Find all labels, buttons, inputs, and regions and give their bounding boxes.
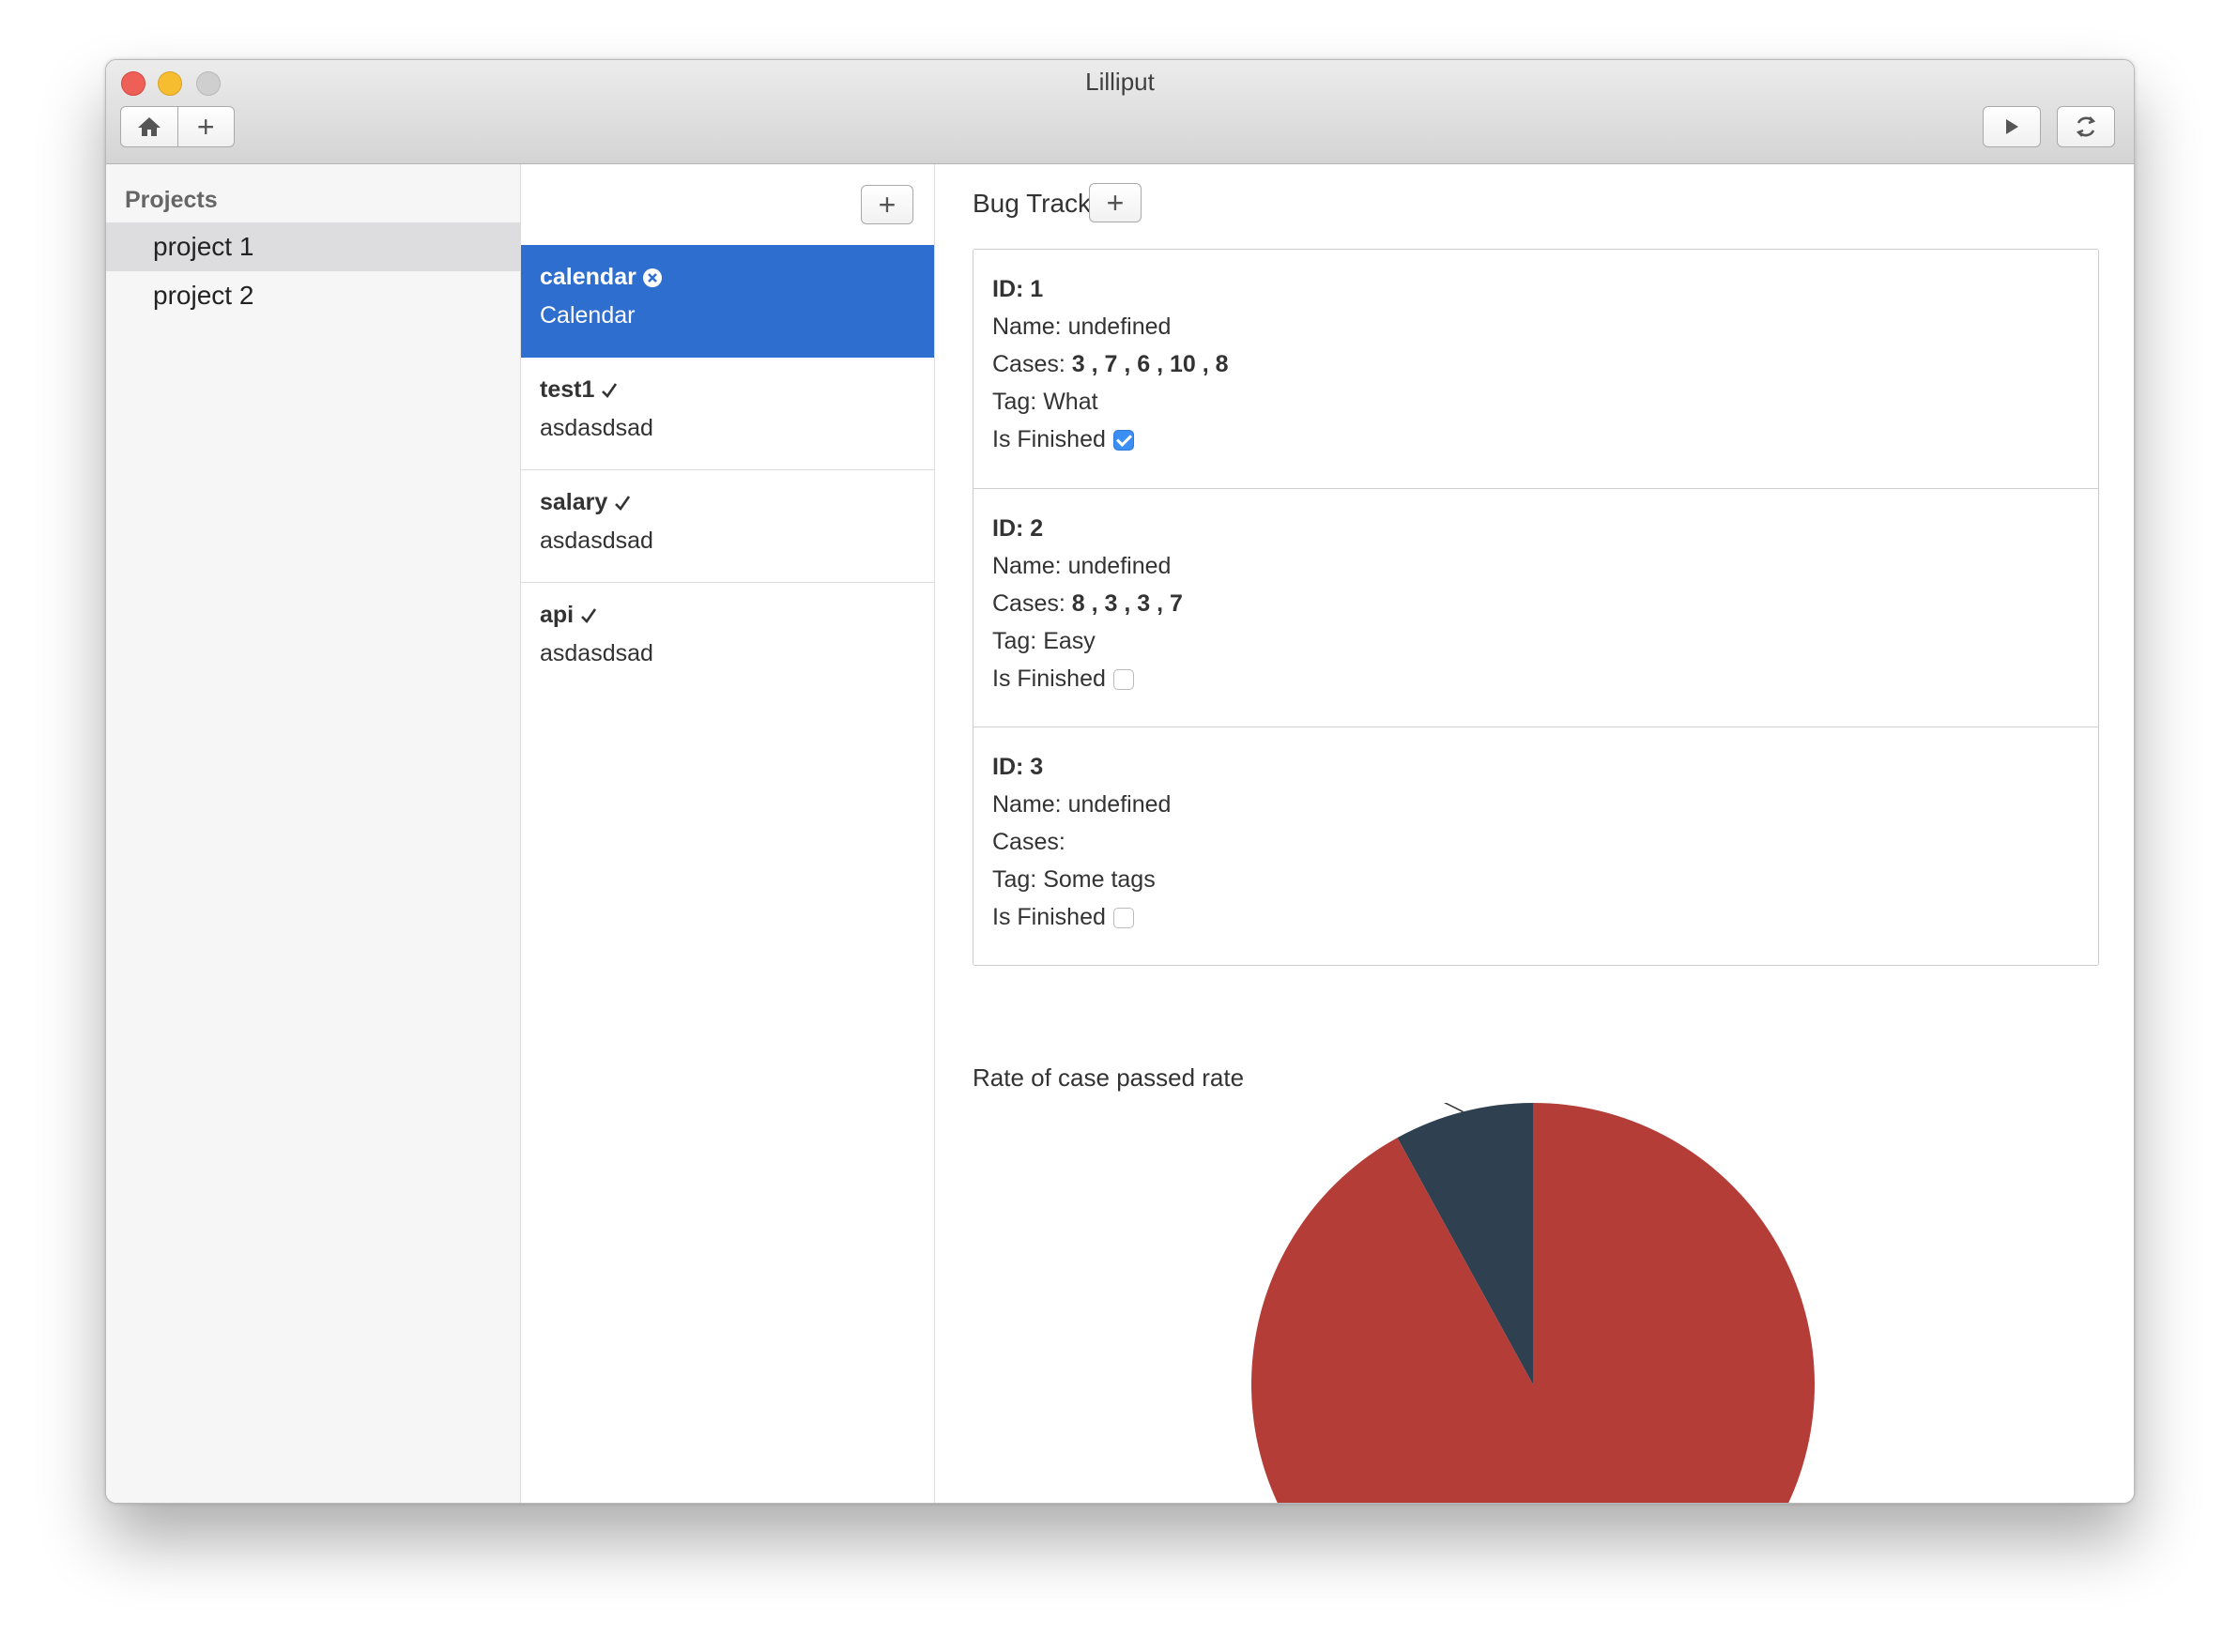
bug-track-header: Bug Track [973,189,1091,219]
is-finished-checkbox[interactable] [1112,669,1134,691]
bug-id: ID: 1 [992,276,1044,302]
bug-finished-label: Is Finished [992,904,1106,930]
add-case-button[interactable]: + [861,185,913,224]
add-project-button[interactable]: + [176,107,235,146]
plus-icon: + [196,110,215,144]
bug-cases-label: Cases: [992,829,1065,855]
bug-card: ID: 3 Name: undefined Cases: Tag: Some t… [973,727,2098,965]
close-circle-icon[interactable] [642,268,663,288]
titlebar: Lilliput + [106,60,2134,164]
chart-title: Rate of case passed rate [973,1063,1245,1092]
app-window: Lilliput + Projects project 1 project 2 [105,59,2135,1504]
list-item-subtitle: asdasdsad [540,640,653,666]
list-item-title: calendar [540,264,636,290]
sidebar-item-project-2[interactable]: project 2 [106,271,520,320]
plus-icon: + [878,188,897,222]
is-finished-checkbox[interactable] [1112,908,1134,929]
refresh-button[interactable] [2057,106,2115,147]
bug-tag: Tag: What [992,389,1098,415]
list-item-title: salary [540,489,608,515]
bug-name: Name: undefined [992,791,1172,818]
refresh-icon [2076,116,2096,137]
check-icon [581,607,597,623]
main-content: Bug Track + ID: 1 Name: undefined Cases:… [935,164,2134,1503]
bug-tag: Tag: Some tags [992,866,1156,893]
bug-finished-label: Is Finished [992,426,1106,452]
bug-name: Name: undefined [992,553,1172,579]
list-item-subtitle: asdasdsad [540,528,653,554]
bug-tag: Tag: Easy [992,628,1096,654]
pass-rate-pie-chart: Not-pass [1251,1103,1815,1503]
run-button[interactable] [1983,106,2041,147]
check-icon [615,495,631,511]
case-list-pane: + calendar Calendar test1 asdasdsad sala… [521,164,935,1503]
bug-id: ID: 3 [992,754,1044,780]
bug-list: ID: 1 Name: undefined Cases: 3 , 7 , 6 ,… [973,249,2099,966]
bug-id: ID: 2 [992,515,1044,542]
bug-card: ID: 2 Name: undefined Cases: 8 , 3 , 3 ,… [973,488,2098,727]
add-bug-button[interactable]: + [1089,183,1142,222]
bug-cases-label: Cases: [992,351,1065,377]
play-icon [2006,119,2018,134]
bug-cases: 8 , 3 , 3 , 7 [1071,590,1183,617]
list-item-subtitle: Calendar [540,302,636,329]
pie-slice [1251,1103,1815,1503]
bug-cases-label: Cases: [992,590,1065,617]
toolbar-left-group: + [120,106,235,147]
bug-finished-label: Is Finished [992,665,1106,692]
window-title: Lilliput [1085,68,1155,96]
bug-cases: 3 , 7 , 6 , 10 , 8 [1071,351,1229,377]
list-item-salary[interactable]: salary asdasdsad [521,470,934,583]
sidebar-header: Projects [125,187,218,213]
plus-icon: + [1106,186,1125,220]
pie-label-leader [1443,1103,1464,1113]
bug-track-title: Bug Track [973,189,1092,218]
is-finished-checkbox[interactable] [1112,430,1134,451]
check-icon [602,382,618,398]
bug-name: Name: undefined [992,314,1172,340]
list-item-test1[interactable]: test1 asdasdsad [521,358,934,470]
list-item-subtitle: asdasdsad [540,415,653,441]
list-item-calendar[interactable]: calendar Calendar [521,245,934,358]
home-button[interactable] [121,107,177,146]
bug-card: ID: 1 Name: undefined Cases: 3 , 7 , 6 ,… [973,250,2098,488]
home-icon [137,117,161,136]
list-item-api[interactable]: api asdasdsad [521,583,934,696]
list-item-title: api [540,602,575,628]
projects-sidebar: Projects project 1 project 2 [106,164,521,1503]
list-item-title: test1 [540,376,595,403]
sidebar-item-project-1[interactable]: project 1 [106,222,520,271]
